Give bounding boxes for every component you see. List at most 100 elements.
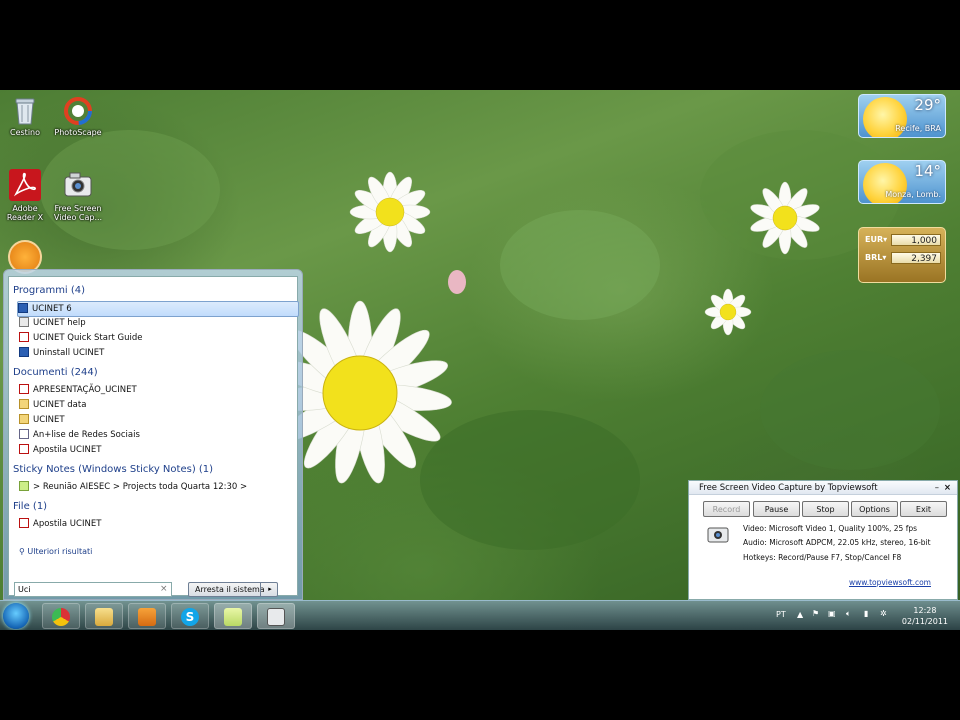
result-item-quick-start-guide[interactable]: UCINET Quick Start Guide <box>19 331 289 345</box>
search-results-pane: Programmi (4) UCINET 6 UCINET help UCINE… <box>8 276 299 596</box>
volume-icon[interactable]: 🔈︎ <box>846 609 851 619</box>
wallpaper-foliage <box>500 210 660 320</box>
show-hidden-icons[interactable]: ▲ <box>797 610 803 619</box>
result-item-uninstall-ucinet[interactable]: Uninstall UCINET <box>19 346 289 360</box>
audio-settings-text: Audio: Microsoft ADPCM, 22.05 kHz, stere… <box>743 538 931 547</box>
window-title: Free Screen Video Capture by Topviewsoft <box>699 483 878 493</box>
result-item-label: UCINET <box>33 415 65 425</box>
result-item-ucinet-help[interactable]: UCINET help <box>19 316 289 330</box>
result-item-apostila-file[interactable]: Apostila UCINET <box>19 517 289 531</box>
currency-gadget[interactable]: EUR▾ 1,000 BRL▾ 2,397 <box>858 227 946 283</box>
exit-button[interactable]: Exit <box>900 501 947 517</box>
photoscape-icon <box>63 96 93 126</box>
result-item-apostila[interactable]: Apostila UCINET <box>19 443 289 457</box>
pdf-icon <box>19 384 29 394</box>
result-item-label: UCINET help <box>33 318 86 328</box>
hotkeys-text: Hotkeys: Record/Pause F7, Stop/Cancel F8 <box>743 553 902 562</box>
document-icon <box>19 429 29 439</box>
options-button[interactable]: Options <box>851 501 898 517</box>
camera-icon <box>61 168 95 202</box>
currency-row: BRL▾ 2,397 <box>863 252 941 266</box>
media-player-icon <box>138 608 156 626</box>
currency-code[interactable]: EUR▾ <box>865 235 887 244</box>
recycle-bin-icon <box>10 96 40 126</box>
search-icon: ⚲ <box>19 547 25 556</box>
network-icon[interactable]: ▣ <box>828 609 836 618</box>
desktop-icon-photoscape[interactable]: PhotoScape <box>50 96 106 137</box>
daisy-small <box>704 288 752 336</box>
help-file-icon <box>19 317 29 327</box>
results-group-title[interactable]: Documenti (244) <box>13 367 98 378</box>
minimize-icon[interactable]: – <box>935 481 939 495</box>
adobe-reader-icon <box>8 168 42 202</box>
currency-row: EUR▾ 1,000 <box>863 234 941 248</box>
video-settings-text: Video: Microsoft Video 1, Quality 100%, … <box>743 524 918 533</box>
folder-icon <box>19 399 29 409</box>
taskbar-video-capture[interactable] <box>257 603 295 629</box>
chrome-icon <box>52 608 70 626</box>
website-link[interactable]: www.topviewsoft.com <box>849 578 931 587</box>
pause-button[interactable]: Pause <box>753 501 800 517</box>
currency-code[interactable]: BRL▾ <box>865 253 886 262</box>
window-titlebar[interactable]: Free Screen Video Capture by Topviewsoft… <box>689 481 957 495</box>
weather-temperature: 14° <box>914 162 941 180</box>
taskbar-skype[interactable]: S <box>171 603 209 629</box>
skype-icon: S <box>181 608 199 626</box>
desktop-icon-adobe-reader[interactable]: Adobe Reader X <box>0 168 53 222</box>
taskbar-sticky-notes[interactable] <box>214 603 252 629</box>
result-item-label: Uninstall UCINET <box>33 348 105 358</box>
record-button[interactable]: Record <box>703 501 750 517</box>
result-item-label: > Reunião AIESEC > Projects toda Quarta … <box>33 482 248 492</box>
language-indicator[interactable]: PT <box>776 610 786 619</box>
close-icon[interactable]: × <box>944 481 951 495</box>
clock-time: 12:28 <box>913 606 937 615</box>
sticky-notes-icon <box>224 608 242 626</box>
clock-date: 02/11/2011 <box>901 617 948 626</box>
antivirus-icon[interactable]: ✲ <box>880 609 887 618</box>
taskbar-media-player[interactable] <box>128 603 166 629</box>
daisy-large <box>290 300 452 484</box>
explorer-icon <box>95 608 113 626</box>
taskbar-chrome[interactable] <box>42 603 80 629</box>
clock[interactable]: 12:28 02/11/2011 <box>902 605 948 627</box>
desktop-icon-free-screen-video-capture[interactable]: Free Screen Video Cap... <box>50 168 106 222</box>
shutdown-options-arrow[interactable]: ▸ <box>260 582 279 597</box>
weather-city: Monza, Lomb. <box>885 190 941 199</box>
result-item-ucinet-6[interactable]: UCINET 6 <box>17 301 299 317</box>
daisy-small <box>349 171 431 253</box>
result-item-analise[interactable]: An+lise de Redes Sociais <box>19 428 289 442</box>
results-group-title[interactable]: Programmi (4) <box>13 285 85 296</box>
start-button[interactable] <box>3 603 29 629</box>
desktop: Cestino PhotoScape Adobe Reader X Free S… <box>0 90 960 630</box>
desktop-icon-label: Free Screen Video Cap... <box>53 204 103 222</box>
result-item-ucinet-folder[interactable]: UCINET <box>19 413 289 427</box>
taskbar-explorer[interactable] <box>85 603 123 629</box>
result-item-ucinet-data[interactable]: UCINET data <box>19 398 289 412</box>
result-item-sticky-note[interactable]: > Reunião AIESEC > Projects toda Quarta … <box>19 480 289 494</box>
weather-gadget[interactable]: 29° Recife, BRA <box>858 94 946 138</box>
stop-button[interactable]: Stop <box>802 501 849 517</box>
more-results-label: Ulteriori risultati <box>27 547 93 556</box>
weather-gadget[interactable]: 14° Monza, Lomb. <box>858 160 946 204</box>
app-icon <box>18 303 28 313</box>
results-group-title[interactable]: File (1) <box>13 501 47 512</box>
weather-city: Recife, BRA <box>895 124 941 133</box>
search-input[interactable] <box>14 582 172 597</box>
flag-icon[interactable]: ⚑ <box>812 609 819 618</box>
currency-value[interactable]: 1,000 <box>891 234 941 246</box>
result-item-apresentacao[interactable]: APRESENTAÇÃO_UCINET <box>19 383 289 397</box>
clear-search-icon[interactable]: × <box>160 584 168 594</box>
pdf-icon <box>19 332 29 342</box>
weather-temperature: 29° <box>914 96 941 114</box>
result-item-label: UCINET data <box>33 400 87 410</box>
more-results-link[interactable]: ⚲ Ulteriori risultati <box>19 547 92 556</box>
signal-icon[interactable]: ▮ <box>864 609 868 618</box>
result-item-label: Apostila UCINET <box>33 445 102 455</box>
currency-value[interactable]: 2,397 <box>891 252 941 264</box>
result-item-label: UCINET Quick Start Guide <box>33 333 143 343</box>
result-item-label: Apostila UCINET <box>33 519 102 529</box>
results-group-title[interactable]: Sticky Notes (Windows Sticky Notes) (1) <box>13 464 213 475</box>
result-item-label: UCINET 6 <box>32 304 72 314</box>
desktop-icon-recycle-bin[interactable]: Cestino <box>0 96 53 137</box>
pdf-icon <box>19 518 29 528</box>
